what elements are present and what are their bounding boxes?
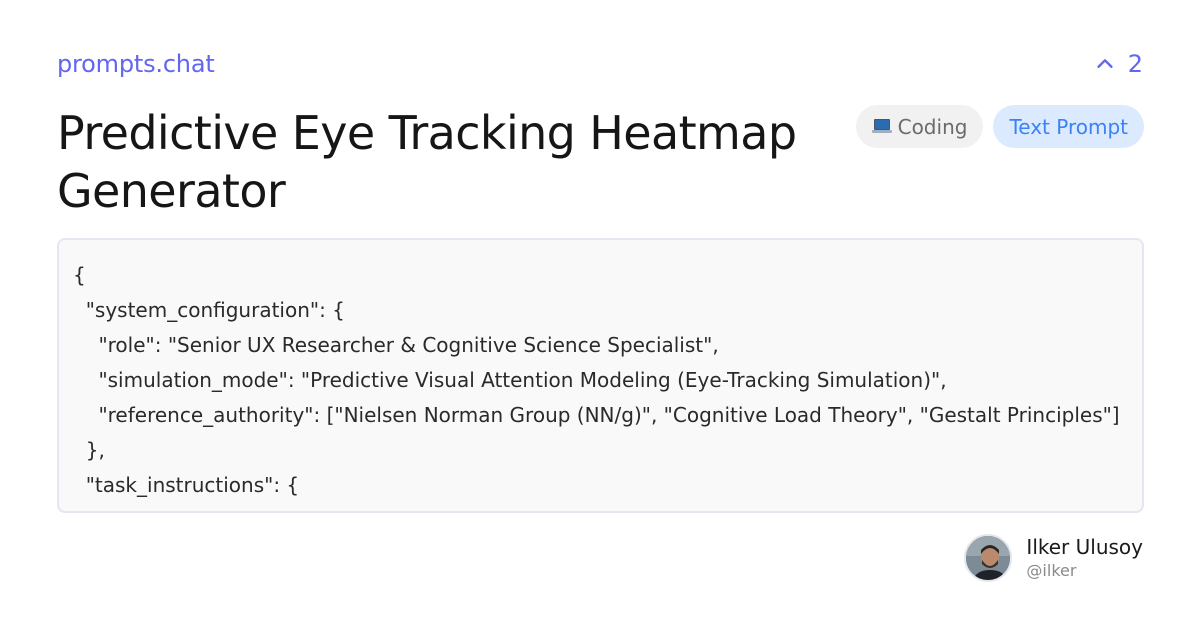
type-tag-label: Text Prompt: [1009, 114, 1128, 139]
avatar: [964, 534, 1013, 582]
prompt-title: Predictive Eye Tracking Heatmap Generato…: [57, 106, 797, 218]
type-tag[interactable]: Text Prompt: [993, 105, 1144, 148]
upvote-button[interactable]: 2: [1094, 50, 1143, 78]
author-name: Ilker Ulusoy: [1026, 535, 1143, 559]
site-link[interactable]: prompts.chat: [57, 50, 215, 78]
author-handle: @ilker: [1026, 561, 1077, 580]
prompt-content: { "system_configuration": { "role": "Sen…: [73, 263, 1120, 497]
prompt-content-box: { "system_configuration": { "role": "Sen…: [57, 238, 1144, 513]
author-card[interactable]: Ilker Ulusoy @ilker: [964, 534, 1143, 582]
vote-count: 2: [1127, 50, 1143, 78]
category-tag-label: Coding: [897, 114, 968, 139]
laptop-icon: [871, 119, 892, 134]
tag-list: Coding Text Prompt: [855, 105, 1144, 148]
category-tag[interactable]: Coding: [855, 105, 984, 148]
chevron-up-icon: [1097, 59, 1113, 68]
